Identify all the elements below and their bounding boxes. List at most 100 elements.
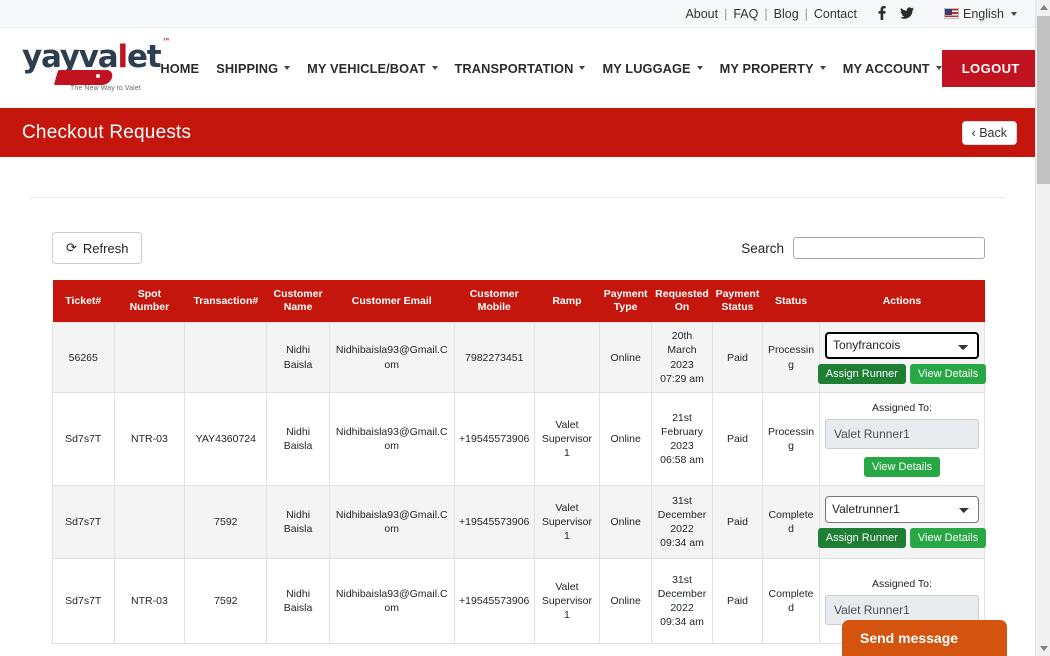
- page-title: Checkout Requests: [22, 121, 192, 143]
- runner-select[interactable]: Tonyfrancois: [824, 331, 979, 359]
- search-input[interactable]: [793, 237, 985, 259]
- language-label: English: [963, 6, 1004, 21]
- cell-payment-status: Paid: [711, 557, 764, 644]
- cell-requested-on: 21st February 2023 06:58 am: [651, 391, 713, 486]
- column-header-customer-name[interactable]: Customer Name: [266, 280, 330, 323]
- nav-item-my-property[interactable]: MY PROPERTY: [720, 61, 826, 76]
- cell-spot-number: NTR-03: [113, 557, 186, 644]
- cell-requested-on: 31st December 2022 09:34 am: [651, 484, 713, 559]
- page-root: About | FAQ | Blog | Contact English yay…: [0, 0, 1035, 656]
- cell-payment-type: Online: [599, 484, 653, 559]
- view-details-button[interactable]: View Details: [909, 527, 987, 548]
- nav-label: MY VEHICLE/BOAT: [307, 60, 426, 76]
- nav-item-transportation[interactable]: TRANSPORTATION: [455, 61, 586, 76]
- nav-label: MY ACCOUNT: [842, 60, 930, 76]
- cell-ramp: Valet Supervisor 1: [533, 391, 601, 486]
- topbar-link-contact[interactable]: Contact: [809, 7, 862, 21]
- twitter-icon[interactable]: [900, 6, 914, 21]
- cell-transaction: [184, 322, 268, 393]
- nav-label: HOME: [160, 60, 200, 76]
- cell-payment-type: Online: [599, 557, 653, 644]
- column-header-ticket[interactable]: Ticket#: [52, 280, 114, 323]
- nav-item-my-vehicle-boat[interactable]: MY VEHICLE/BOAT: [307, 60, 438, 76]
- column-header-payment-type[interactable]: Payment Type: [599, 280, 652, 323]
- logout-button[interactable]: LOGOUT: [941, 49, 1035, 87]
- action-button-row: View Details: [825, 457, 979, 478]
- table-row: 56265 Nidhi Baisla Nidhibaisla93@Gmail.C…: [52, 322, 987, 393]
- table-body: 56265 Nidhi Baisla Nidhibaisla93@Gmail.C…: [52, 322, 987, 644]
- cell-ramp: [533, 322, 601, 393]
- content-divider: [30, 197, 1005, 198]
- refresh-icon: ⟳: [66, 240, 77, 255]
- nav-item-my-luggage[interactable]: MY LUGGAGE: [602, 60, 703, 76]
- facebook-icon[interactable]: [878, 5, 886, 22]
- assigned-to-label: Assigned To:: [872, 577, 932, 590]
- view-details-button[interactable]: View Details: [863, 457, 941, 478]
- language-selector[interactable]: English: [944, 7, 1017, 21]
- cell-status: Completed: [762, 484, 820, 559]
- checkout-requests-table: Ticket# Spot Number Transaction# Custome…: [52, 280, 987, 644]
- trademark-icon: ™: [162, 37, 171, 46]
- social-links: [878, 5, 914, 22]
- scroll-up-arrow[interactable]: [1036, 0, 1050, 15]
- send-message-chat-widget[interactable]: Send message: [842, 620, 1007, 656]
- vertical-scrollbar[interactable]: [1035, 0, 1050, 656]
- runner-select[interactable]: Valetrunner1: [824, 495, 979, 523]
- view-details-button[interactable]: View Details: [909, 363, 987, 384]
- scroll-down-arrow[interactable]: [1036, 641, 1050, 656]
- table-toolbar: ⟳ Refresh Search: [22, 232, 1013, 264]
- topbar-link-faq[interactable]: FAQ: [728, 7, 763, 21]
- cell-transaction: 7592: [184, 484, 268, 559]
- nav-label: MY LUGGAGE: [602, 60, 691, 76]
- topbar-link-blog[interactable]: Blog: [769, 7, 804, 21]
- column-header-customer-mobile[interactable]: Customer Mobile: [454, 280, 535, 323]
- table-row: Sd7s7T 7592 Nidhi Baisla Nidhibaisla93@G…: [52, 484, 987, 559]
- cell-ramp: Valet Supervisor 1: [533, 557, 601, 644]
- assign-runner-button[interactable]: Assign Runner: [817, 363, 906, 384]
- assigned-to-label: Assigned To:: [872, 401, 932, 414]
- scrollbar-thumb[interactable]: [1037, 16, 1050, 184]
- chevron-down-icon: [696, 66, 703, 70]
- cell-actions: Valetrunner1 Assign Runner View Details: [817, 484, 987, 559]
- assigned-runner-value: Valet Runner1: [833, 602, 910, 617]
- cell-payment-type: Online: [599, 322, 653, 393]
- cell-ticket: Sd7s7T: [52, 484, 115, 559]
- chat-widget-label: Send message: [860, 630, 959, 646]
- column-header-requested-on[interactable]: Requested On: [651, 280, 713, 323]
- cell-customer-email: Nidhibaisla93@Gmail.Com: [328, 391, 455, 486]
- column-header-ramp[interactable]: Ramp: [534, 280, 600, 323]
- cell-actions: Assigned To: Valet Runner1 View Details: [818, 391, 986, 486]
- column-header-payment-status[interactable]: Payment Status: [712, 280, 763, 323]
- nav-item-home[interactable]: HOME: [160, 61, 199, 76]
- cell-payment-status: Paid: [711, 322, 764, 393]
- cell-status: Completed: [762, 557, 820, 644]
- assign-runner-button[interactable]: Assign Runner: [817, 527, 906, 548]
- cell-customer-mobile: +19545573906: [453, 484, 535, 559]
- site-logo[interactable]: yayvalet ™ The New Way to Valet: [22, 38, 170, 94]
- table-header-row: Ticket# Spot Number Transaction# Custome…: [52, 280, 985, 323]
- action-button-row: Assign Runner View Details: [817, 363, 987, 384]
- logo-slogan: The New Way to Valet: [70, 85, 141, 92]
- refresh-button[interactable]: ⟳ Refresh: [52, 232, 143, 264]
- cell-customer-name: Nidhi Baisla: [266, 557, 330, 644]
- back-button[interactable]: ‹ Back: [961, 120, 1017, 145]
- table-header: Ticket# Spot Number Transaction# Custome…: [52, 280, 985, 323]
- column-header-spot-number[interactable]: Spot Number: [114, 280, 185, 323]
- nav-item-my-account[interactable]: MY ACCOUNT: [843, 61, 942, 76]
- top-utility-bar: About | FAQ | Blog | Contact English: [0, 0, 1035, 28]
- cell-ticket: 56265: [52, 322, 115, 393]
- column-header-customer-email[interactable]: Customer Email: [329, 280, 455, 323]
- cell-transaction: YAY4360724: [184, 391, 268, 486]
- cell-customer-name: Nidhi Baisla: [266, 391, 330, 486]
- cell-transaction: 7592: [184, 557, 268, 644]
- column-header-transaction[interactable]: Transaction#: [184, 280, 267, 323]
- column-header-status[interactable]: Status: [762, 280, 820, 323]
- cell-payment-type: Online: [599, 391, 653, 486]
- assigned-runner-field: Valet Runner1: [824, 419, 979, 450]
- nav-item-shipping[interactable]: SHIPPING: [216, 61, 291, 76]
- topbar-link-about[interactable]: About: [680, 7, 723, 21]
- table-row: Sd7s7T NTR-03 YAY4360724 Nidhi Baisla Ni…: [52, 391, 986, 486]
- nav-label: MY PROPERTY: [719, 60, 814, 76]
- cell-ramp: Valet Supervisor 1: [533, 484, 601, 559]
- cell-customer-name: Nidhi Baisla: [266, 484, 330, 559]
